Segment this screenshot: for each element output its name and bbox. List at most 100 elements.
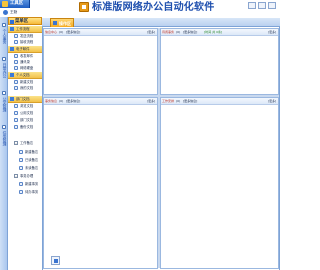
panel-extra-info: [时间 共 0条] (204, 29, 223, 34)
mail-icon (10, 47, 14, 51)
panel-count: (0) (176, 29, 181, 34)
new-document-icon (14, 80, 18, 84)
panel-affairs-info: 事务信息 (0) [更多信息] [更多] (43, 97, 158, 269)
archive-icon (14, 125, 18, 129)
vtab-personal[interactable]: 个人事务 (0, 23, 8, 53)
panel-title: 事务信息 (45, 98, 58, 103)
document-icon (14, 104, 18, 108)
menu-item[interactable]: 公用文档 (14, 110, 42, 116)
more-link[interactable]: [更多] (268, 30, 276, 34)
menu-group-email[interactable]: 电子邮件 (8, 46, 42, 53)
menu-item-label: 备份文档 (20, 124, 34, 129)
more-link[interactable]: [更多] (268, 99, 276, 103)
vtab-documents[interactable]: 公文管理 (0, 91, 8, 121)
vtab-label: 个人事务 (3, 29, 8, 45)
task-icon (19, 190, 23, 194)
panel-count: (0) (59, 29, 64, 34)
document-icon (14, 34, 18, 38)
task-icon (2, 125, 6, 129)
panel-title: 信息中心 (45, 29, 58, 34)
user-info: 王勤 (0, 9, 40, 16)
tab-label: 操作区 (59, 20, 71, 26)
tool-area-badge[interactable]: 工具区 (0, 0, 30, 8)
menu-group-label: 工作流程 (16, 26, 30, 31)
more-link[interactable]: [更多] (147, 30, 155, 34)
menu-item-label: 未读备忘 (25, 165, 39, 170)
menu-item[interactable]: 网络硬盘 (14, 65, 42, 71)
menu-tree-node-memo[interactable]: - 工作备忘 (14, 140, 42, 146)
contacts-icon (14, 60, 18, 64)
mail-icon (14, 54, 18, 58)
footer-logo-icon (51, 256, 60, 265)
menu-item[interactable]: 接收流程 (14, 39, 42, 45)
folder-icon (10, 97, 14, 101)
menu-item-label: 网络硬盘 (20, 65, 34, 70)
document-icon (14, 118, 18, 122)
menu-item[interactable]: 浏览文档 (14, 103, 42, 109)
menu-tree-node-affairs[interactable]: - 事务办理 (14, 173, 42, 179)
user-icon (3, 10, 8, 15)
memo-icon (19, 158, 23, 162)
more-link[interactable]: [更多] (147, 99, 155, 103)
menu-item-label: 接收流程 (20, 39, 34, 44)
menu-group-personal-docs[interactable]: 个人文档 (8, 72, 42, 79)
menu-group-dept-docs[interactable]: 部门文档 (8, 96, 42, 103)
menu-item-label: 工作备忘 (20, 140, 34, 145)
panel-count: (0) (59, 98, 64, 103)
window-controls (242, 2, 278, 9)
tab-bar (42, 18, 280, 27)
menu-item-label: 浏览文档 (20, 103, 34, 108)
vertical-tab-strip: 个人事务 日常办公 公文管理 任务管理 (0, 17, 8, 270)
more-info-link[interactable]: [更多信息] (183, 30, 197, 34)
menu-item-label: 发送流程 (20, 33, 34, 38)
collapse-icon[interactable]: - (14, 174, 18, 178)
disk-icon (14, 66, 18, 70)
document-icon (14, 40, 18, 44)
system-title: 标准版网络办公自动化软件 (92, 2, 215, 13)
vtab-tasks[interactable]: 任务管理 (0, 125, 8, 155)
menu-area-label: 菜单区 (15, 19, 29, 24)
tab-icon (53, 21, 57, 25)
menu-group-label: 个人文档 (16, 72, 30, 77)
vtab-office[interactable]: 日常办公 (0, 57, 8, 87)
minimize-button[interactable] (248, 2, 256, 9)
folder-icon (10, 73, 14, 77)
new-task-icon (19, 182, 23, 186)
panel-count: (0) (176, 98, 181, 103)
close-button[interactable] (268, 2, 276, 9)
menu-item-label: 收发邮件 (20, 53, 34, 58)
menu-item[interactable]: 备份文档 (14, 124, 42, 130)
panel-info-center: 信息中心 (0) [更多信息] [更多] (43, 28, 158, 95)
panel-work-schedule: 工作安排 (0) [更多信息] [更多] (160, 97, 279, 269)
menu-item-label: 我的文档 (20, 85, 34, 90)
more-info-link[interactable]: [更多信息] (183, 99, 197, 103)
vtab-label: 日常办公 (3, 63, 8, 79)
tool-area-label: 工具区 (10, 1, 24, 6)
menu-item-label: 事务办理 (20, 173, 34, 178)
memo-icon (19, 166, 23, 170)
more-info-link[interactable]: [更多信息] (66, 30, 80, 34)
system-logo-icon (79, 2, 89, 12)
panel-header: 信息中心 (0) [更多信息] [更多] (44, 29, 157, 36)
collapse-icon[interactable]: - (14, 141, 18, 145)
menu-item-label: 部门文档 (20, 117, 34, 122)
more-info-link[interactable]: [更多信息] (66, 99, 80, 103)
memo-icon (19, 150, 23, 154)
workflow-icon (10, 27, 14, 31)
menu-item[interactable]: 我的文档 (14, 85, 42, 91)
panel-header: 待阅事务 (0) [更多信息] [时间 共 0条] [更多] (161, 29, 278, 36)
vtab-label: 任务管理 (3, 131, 8, 147)
document-icon (14, 86, 18, 90)
personal-icon (2, 23, 6, 27)
user-name: 王勤 (10, 10, 18, 14)
menu-item-label: 已读备忘 (25, 157, 39, 162)
menu-item-label: 通讯录 (20, 59, 30, 64)
menu-group-workflow[interactable]: 工作流程 (8, 26, 42, 33)
panel-header: 工作安排 (0) [更多信息] [更多] (161, 98, 278, 105)
restore-button[interactable] (258, 2, 266, 9)
panel-title: 待阅事务 (162, 29, 175, 34)
menu-item[interactable]: 部门文档 (14, 117, 42, 123)
document-icon (14, 111, 18, 115)
menu-area-header: 菜单区 (8, 17, 42, 25)
tab-operation-area[interactable]: 操作区 (50, 18, 74, 27)
